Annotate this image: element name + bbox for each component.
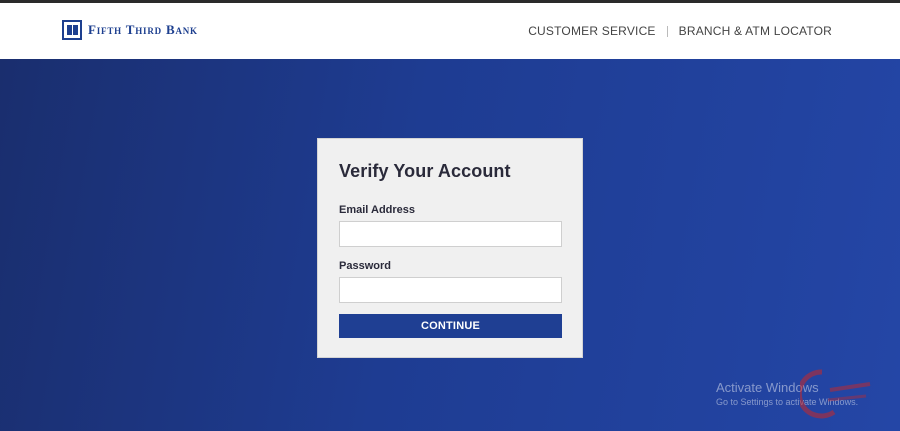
bank-logo-icon	[62, 20, 82, 40]
nav-customer-service[interactable]: CUSTOMER SERVICE	[528, 24, 655, 38]
email-label: Email Address	[339, 204, 416, 216]
watermark-logo-icon	[800, 369, 871, 419]
form-title: Verify Your Account	[339, 161, 511, 181]
brand-logo[interactable]: Fifth Third Bank	[62, 20, 198, 40]
verify-account-card: Verify Your Account Email Address Passwo…	[317, 138, 583, 358]
nav-branch-atm-locator[interactable]: BRANCH & ATM LOCATOR	[679, 24, 832, 38]
top-nav: CUSTOMER SERVICE BRANCH & ATM LOCATOR	[528, 24, 832, 38]
password-field[interactable]	[339, 277, 562, 303]
password-label: Password	[339, 260, 391, 272]
site-header: Fifth Third Bank CUSTOMER SERVICE BRANCH…	[0, 3, 900, 59]
continue-button[interactable]: CONTINUE	[339, 314, 562, 338]
nav-divider	[666, 25, 668, 37]
brand-name: Fifth Third Bank	[88, 22, 198, 37]
email-field[interactable]	[339, 221, 562, 247]
